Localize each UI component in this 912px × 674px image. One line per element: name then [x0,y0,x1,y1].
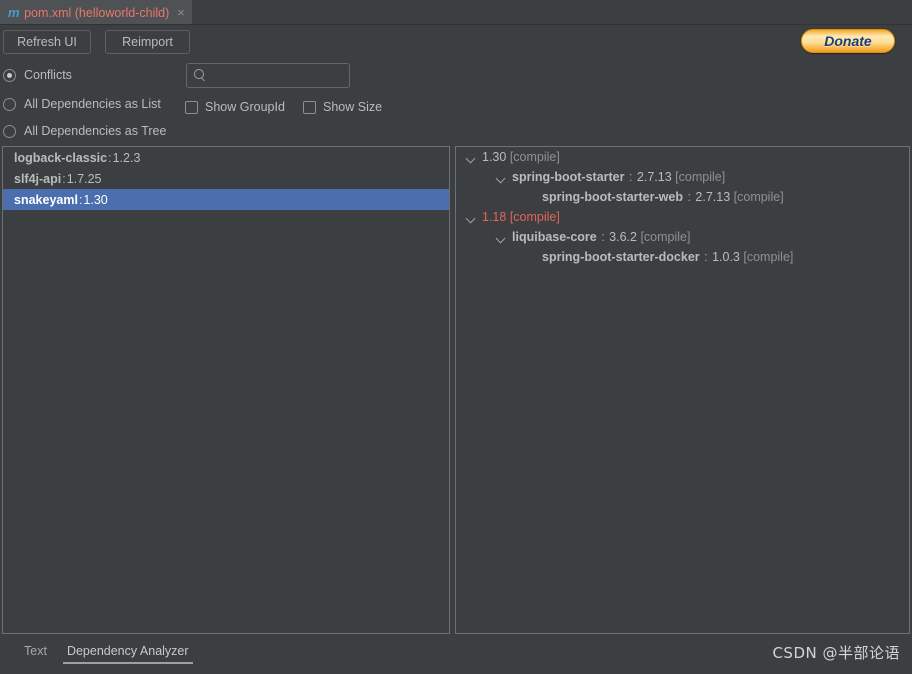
radio-all-dependencies-as-list[interactable]: All Dependencies as List [3,97,161,111]
tree-row-scope: [compile] [636,230,691,244]
tree-row-label: 1.30 [compile] [482,150,560,164]
tree-row-artifact: spring-boot-starter-web [542,190,683,204]
tab-dependency-analyzer[interactable]: Dependency Analyzer [57,638,199,664]
tree-row-label: spring-boot-starter-web : 2.7.13 [compil… [542,190,784,204]
tree-row-scope: [compile] [506,150,560,164]
checkbox-show-size[interactable]: Show Size [303,100,382,114]
tree-row-label: spring-boot-starter : 2.7.13 [compile] [512,170,725,184]
chevron-down-icon[interactable] [495,171,508,184]
checkbox-show-groupid-label: Show GroupId [205,100,285,114]
checkbox-show-size-label: Show Size [323,100,383,114]
dependency-tree: 1.30 [compile] spring-boot-starter : 2.7.… [456,147,909,267]
radio-all-dependencies-as-tree[interactable]: All Dependencies as Tree [3,124,166,138]
editor-tab-pom-xml[interactable]: m pom.xml (helloworld-child) × [0,0,192,25]
tree-row-scope: [compile] [730,190,784,204]
radio-all-dependencies-as-list-label: All Dependencies as List [24,97,161,111]
list-item-version: 1.7.25 [66,171,102,186]
tree-row-label: liquibase-core : 3.6.2 [compile] [512,230,690,244]
tree-row-artifact: spring-boot-starter [512,170,625,184]
tree-row[interactable]: spring-boot-starter-web : 2.7.13 [compil… [456,187,909,207]
tree-row[interactable]: spring-boot-starter-docker : 1.0.3 [comp… [456,247,909,267]
tree-row-version: 1.30 [482,150,507,164]
checkbox-show-groupid[interactable]: Show GroupId [185,100,285,114]
search-field[interactable] [186,63,368,88]
maven-m-icon: m [8,5,20,20]
tree-row-version: 1.18 [482,210,507,224]
tree-row[interactable]: spring-boot-starter : 2.7.13 [compile] [456,167,909,187]
donate-button[interactable]: Donate [801,29,895,53]
chevron-down-icon[interactable] [495,231,508,244]
radio-conflicts-label: Conflicts [24,68,72,82]
tree-row[interactable]: 1.30 [compile] [456,147,909,167]
tab-text-label: Text [24,644,47,658]
list-item-version: 1.2.3 [112,150,141,165]
radio-all-dependencies-as-tree-indicator[interactable] [3,124,16,138]
tab-text[interactable]: Text [14,638,57,664]
refresh-ui-label: Refresh UI [17,35,77,49]
radio-conflicts-indicator[interactable] [3,68,16,82]
list-item[interactable]: logback-classic : 1.2.3 [3,147,449,168]
conflicts-list-panel[interactable]: logback-classic : 1.2.3 slf4j-api : 1.7.2… [2,146,450,634]
chevron-down-icon[interactable] [465,211,478,224]
list-item-version: 1.30 [83,192,108,207]
tree-row-version: 2.7.13 [695,190,731,204]
radio-all-dependencies-as-list-indicator[interactable] [3,97,16,111]
list-item-artifact: logback-classic [14,150,108,165]
tree-row-scope: [compile] [671,170,726,184]
checkbox-show-groupid-box[interactable] [185,100,198,114]
tree-row-scope: [compile] [506,210,560,224]
tab-dependency-analyzer-label: Dependency Analyzer [66,644,189,658]
dependency-tree-panel[interactable]: 1.30 [compile] spring-boot-starter : 2.7.… [455,146,910,634]
tree-row-version: 3.6.2 [609,230,637,244]
list-item-artifact: slf4j-api [14,171,62,186]
tree-row-artifact: liquibase-core [512,230,597,244]
tree-row-version: 2.7.13 [636,170,672,184]
list-item-artifact: snakeyaml [14,192,78,207]
tree-row-separator: : [597,230,609,244]
reimport-button[interactable]: Reimport [105,30,190,54]
reimport-label: Reimport [122,35,173,49]
tree-row-artifact: spring-boot-starter-docker [542,250,700,264]
tree-row-separator: : [700,250,712,264]
conflicts-list: logback-classic : 1.2.3 slf4j-api : 1.7.2… [3,147,449,210]
tree-row-version: 1.0.3 [712,250,740,264]
radio-conflicts[interactable]: Conflicts [3,68,72,82]
editor-tab-title: pom.xml (helloworld-child) [24,5,170,20]
tree-row-separator: : [683,190,695,204]
watermark: CSDN @半部论语 [772,644,900,662]
donate-button-label: Donate [824,33,872,49]
editor-tab-strip: m pom.xml (helloworld-child) × [0,0,912,25]
tree-row-label: 1.18 [compile] [482,210,560,224]
radio-all-dependencies-as-tree-label: All Dependencies as Tree [24,124,167,138]
list-item[interactable]: snakeyaml : 1.30 [3,189,449,210]
tree-row-separator: : [625,170,636,184]
search-icon [194,69,207,82]
tree-row[interactable]: liquibase-core : 3.6.2 [compile] [456,227,909,247]
chevron-down-icon[interactable] [465,151,478,164]
list-item[interactable]: slf4j-api : 1.7.25 [3,168,449,189]
tree-row-scope: [compile] [739,250,794,264]
refresh-ui-button[interactable]: Refresh UI [3,30,91,54]
close-icon[interactable]: × [177,6,185,19]
checkbox-show-size-box[interactable] [303,100,316,114]
search-input[interactable] [207,67,368,84]
tree-row[interactable]: 1.18 [compile] [456,207,909,227]
tree-row-label: spring-boot-starter-docker : 1.0.3 [comp… [542,250,793,264]
